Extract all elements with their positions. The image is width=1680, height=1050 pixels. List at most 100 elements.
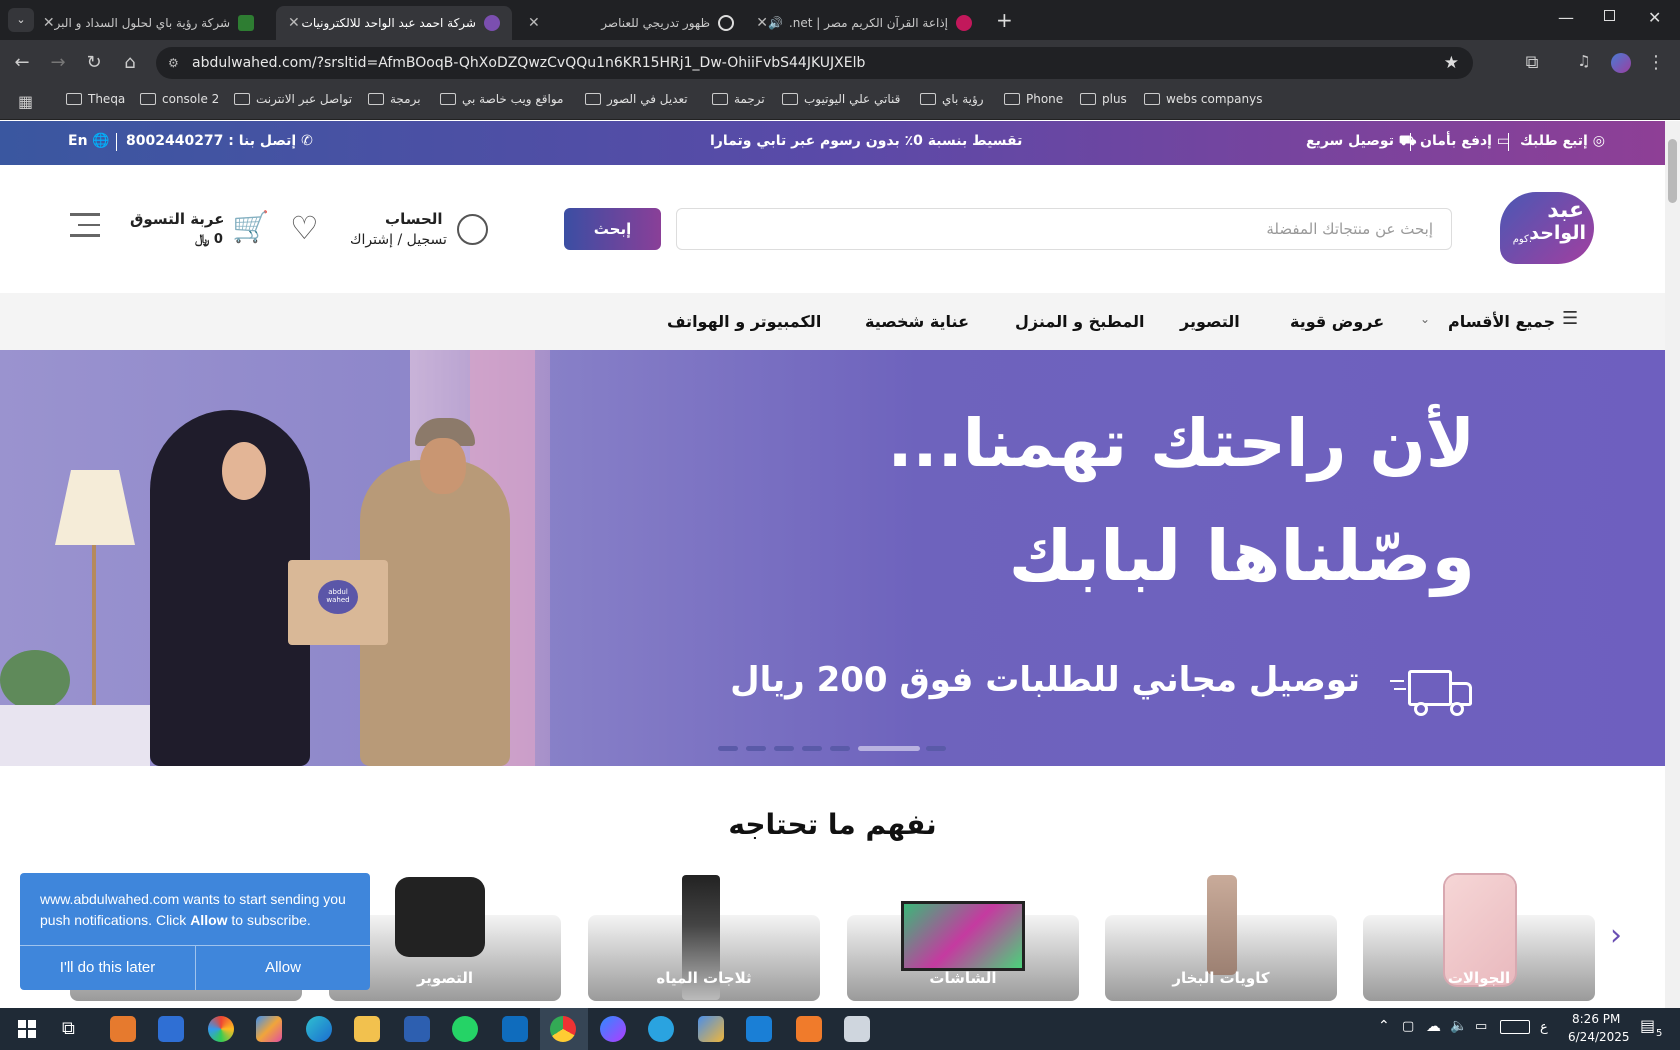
close-icon[interactable]: ✕ xyxy=(288,15,300,31)
carousel-dot-active[interactable] xyxy=(858,746,920,751)
carousel-dot[interactable] xyxy=(926,746,946,751)
bookmark-item[interactable]: تواصل عبر الانترنت xyxy=(234,92,352,106)
xampp-app-icon[interactable] xyxy=(796,1016,822,1042)
tab-search-button[interactable]: ⌄ xyxy=(8,8,34,32)
allow-button[interactable]: Allow xyxy=(196,946,370,990)
photos-app-icon[interactable] xyxy=(208,1016,234,1042)
clock-time[interactable]: 8:26 PM xyxy=(1572,1012,1620,1026)
menu-dots-icon[interactable]: ⋮ xyxy=(1644,52,1668,73)
search-button[interactable]: إبحث xyxy=(564,208,661,250)
bookmark-item[interactable]: مواقع ويب خاصة بي xyxy=(440,92,563,106)
contact-phone[interactable]: ✆ إتصل بنا : 8002440277 xyxy=(126,133,313,149)
category-card-tvs[interactable]: الشاشات xyxy=(847,901,1079,1001)
chevron-down-icon[interactable]: ⌄ xyxy=(1420,312,1430,326)
search-input[interactable]: إبحث عن منتجاتك المفضلة xyxy=(676,208,1452,250)
carousel-dot[interactable] xyxy=(774,746,794,751)
account-icon[interactable] xyxy=(457,214,488,245)
carousel-dot[interactable] xyxy=(830,746,850,751)
bookmark-star-icon[interactable]: ★ xyxy=(1444,47,1459,79)
tab-abdulwahed[interactable]: شركة احمد عبد الواحد للالكترونيات ✕ xyxy=(276,6,512,40)
nav-item-computers-phones[interactable]: الكمبيوتر و الهواتف xyxy=(667,312,821,331)
close-icon[interactable]: ✕ xyxy=(528,15,540,31)
forward-icon[interactable]: → xyxy=(46,52,70,73)
fast-delivery-link[interactable]: ⛟ توصيل سريع xyxy=(1306,133,1416,151)
bookmark-item[interactable]: webs companys xyxy=(1144,92,1262,106)
bookmark-item[interactable]: Theqa xyxy=(66,92,125,106)
bookmark-item[interactable]: console 2 xyxy=(140,92,219,106)
carousel-next-chevron-icon[interactable]: › xyxy=(1610,918,1622,953)
reload-icon[interactable]: ↻ xyxy=(82,52,106,73)
printer-app-icon[interactable] xyxy=(844,1016,870,1042)
close-icon[interactable]: ✕ xyxy=(44,15,55,31)
later-button[interactable]: I'll do this later xyxy=(20,946,195,990)
nav-all-categories[interactable]: جميع الأقسام xyxy=(1448,312,1555,331)
nav-item-personal-care[interactable]: عناية شخصية xyxy=(865,312,969,331)
network-icon[interactable]: ▭ xyxy=(1475,1019,1487,1034)
keyboard-icon[interactable] xyxy=(1500,1020,1530,1034)
close-window-icon[interactable]: ✕ xyxy=(1648,8,1661,27)
language-switch[interactable]: En 🌐 xyxy=(68,133,110,149)
git-app-icon[interactable] xyxy=(698,1016,724,1042)
vscode-app-icon[interactable] xyxy=(746,1016,772,1042)
bookmark-item[interactable]: ترجمة xyxy=(712,92,765,106)
bookmark-item[interactable]: قناتي علي اليوتيوب xyxy=(782,92,900,106)
site-info-icon[interactable]: ⚙ xyxy=(168,47,179,79)
tab-fade-elements[interactable]: ظهور تدريجي للعناصر ✕ xyxy=(516,6,746,40)
address-bar[interactable]: ⚙ abdulwahed.com/?srsltid=AfmBOoqB-QhXoD… xyxy=(156,47,1473,79)
category-card-water-coolers[interactable]: ثلاجات المياه xyxy=(588,875,820,1001)
bookmark-item[interactable]: تعديل في الصور xyxy=(585,92,688,106)
home-icon[interactable]: ⌂ xyxy=(118,52,142,73)
onedrive-cloud-icon[interactable]: ☁ xyxy=(1426,1017,1441,1035)
tab-quran-radio[interactable]: إذاعة القرآن الكريم مصر | net. 🔊 ✕ xyxy=(752,6,984,40)
profile-avatar[interactable] xyxy=(1611,53,1631,73)
tray-meet-icon[interactable]: ▢ xyxy=(1402,1019,1414,1034)
copilot-app-icon[interactable] xyxy=(256,1016,282,1042)
task-view-icon[interactable]: ⧉ xyxy=(62,1018,75,1039)
list-icon[interactable]: ☰ xyxy=(1562,308,1578,329)
hero-banner[interactable]: abdul wahed لأن راحتك تهمنا... وصّلناها … xyxy=(0,350,1665,766)
notification-center-icon[interactable]: ▤ xyxy=(1640,1016,1655,1035)
telegram-app-icon[interactable] xyxy=(648,1016,674,1042)
bookmark-item[interactable]: Phone xyxy=(1004,92,1063,106)
carousel-dot[interactable] xyxy=(746,746,766,751)
nav-item-kitchen[interactable]: المطبخ و المنزل xyxy=(1015,312,1145,331)
input-language[interactable]: ع xyxy=(1540,1020,1548,1035)
tab-roeya-pay[interactable]: شركة رؤية باي لحلول السداد و البر ✕ xyxy=(44,6,266,40)
chrome-app-icon[interactable] xyxy=(550,1016,576,1042)
extensions-icon[interactable]: ⧉ xyxy=(1520,52,1544,73)
carousel-dot[interactable] xyxy=(802,746,822,751)
volume-icon[interactable]: 🔈 xyxy=(1450,1018,1467,1034)
minimize-icon[interactable]: — xyxy=(1558,8,1574,27)
cart-icon[interactable]: 🛒 xyxy=(232,208,269,248)
edge-browser-icon[interactable] xyxy=(306,1016,332,1042)
nav-item-deals[interactable]: عروض قوية xyxy=(1290,312,1384,331)
scrollbar-thumb[interactable] xyxy=(1668,139,1677,203)
file-explorer-icon[interactable] xyxy=(354,1016,380,1042)
media-control-icon[interactable]: ♫ xyxy=(1572,52,1596,70)
track-order-link[interactable]: ◎ إتبع طلبك xyxy=(1520,133,1605,149)
category-card-steam-irons[interactable]: كاويات البخار xyxy=(1105,875,1337,1001)
notes-app-icon[interactable] xyxy=(158,1016,184,1042)
whatsapp-app-icon[interactable] xyxy=(452,1016,478,1042)
speaker-icon[interactable]: 🔊 xyxy=(768,16,783,30)
paint-app-icon[interactable] xyxy=(110,1016,136,1042)
carousel-dot[interactable] xyxy=(718,746,738,751)
account-title[interactable]: الحساب xyxy=(385,210,443,228)
messenger-app-icon[interactable] xyxy=(600,1016,626,1042)
windows-start-icon[interactable] xyxy=(18,1020,36,1038)
wishlist-heart-icon[interactable]: ♡ xyxy=(290,208,319,248)
account-login-link[interactable]: تسجيل / إشتراك xyxy=(350,232,447,248)
category-card-phones[interactable]: الجوالات xyxy=(1363,875,1595,1001)
menu-hamburger-icon[interactable] xyxy=(70,213,100,237)
outlook-app-icon[interactable] xyxy=(502,1016,528,1042)
bookmark-item[interactable]: رؤية باي xyxy=(920,92,984,106)
pay-safely-link[interactable]: ▭ إدفع بأمان xyxy=(1420,133,1510,149)
store-app-icon[interactable] xyxy=(404,1016,430,1042)
bookmark-item[interactable]: برمجة xyxy=(368,92,421,106)
new-tab-button[interactable]: + xyxy=(996,8,1013,32)
apps-grid-icon[interactable]: ▦ xyxy=(18,92,33,111)
close-icon[interactable]: ✕ xyxy=(756,15,768,31)
cart-title[interactable]: عربة التسوق xyxy=(130,210,225,228)
back-icon[interactable]: ← xyxy=(10,52,34,73)
page-scrollbar[interactable] xyxy=(1665,121,1680,1008)
